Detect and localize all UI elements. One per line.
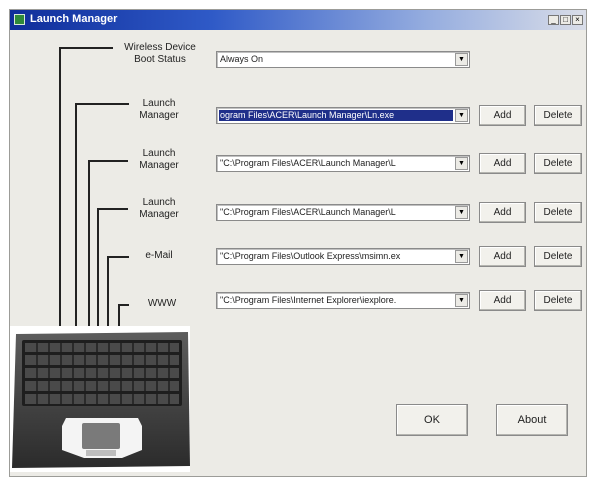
wireless-label: Wireless Device Boot Status [115,42,205,66]
maximize-button[interactable]: □ [560,15,571,25]
row-3-path-value: "C:\Program Files\ACER\Launch Manager\L [220,207,396,217]
row-4-label-line1: e-Mail [145,250,173,261]
connector-row-4-vertical [107,256,109,337]
wireless-status-value: Always On [220,54,264,64]
chevron-down-icon[interactable]: ▼ [455,53,468,66]
row-1-delete-button[interactable]: Delete [534,105,582,126]
row-5-label-line1: WWW [147,298,177,309]
row-3-label-line2: Manager [139,209,179,220]
connector-row-2-vertical [88,160,90,337]
connector-row-1-vertical [75,103,77,337]
wireless-label-line2: Boot Status [134,54,186,65]
row-5-path-value: "C:\Program Files\Internet Explorer\iexp… [220,295,397,305]
connector-row-1 [75,103,129,105]
connector-row-3-vertical [97,208,99,337]
chevron-down-icon[interactable]: ▼ [455,250,468,263]
row-2-path-value: "C:\Program Files\ACER\Launch Manager\L [220,158,396,168]
row-5-label: WWW [136,298,188,310]
row-2-label: Launch Manager [128,148,190,172]
row-1-label-line2: Manager [139,110,179,121]
connector-wireless-vertical [59,47,61,337]
wireless-status-dropdown[interactable]: Always On ▼ [216,51,470,68]
row-1-add-button[interactable]: Add [479,105,526,126]
row-4-delete-button[interactable]: Delete [534,246,582,267]
row-4-add-button[interactable]: Add [479,246,526,267]
row-4-path-value: "C:\Program Files\Outlook Express\msimn.… [220,251,401,261]
app-icon [14,14,25,25]
row-4-path-dropdown[interactable]: "C:\Program Files\Outlook Express\msimn.… [216,248,470,265]
row-3-path-dropdown[interactable]: "C:\Program Files\ACER\Launch Manager\L … [216,204,470,221]
ok-button[interactable]: OK [396,404,468,436]
row-1-label: Launch Manager [128,98,190,122]
chevron-down-icon[interactable]: ▼ [455,206,468,219]
title-bar[interactable]: Launch Manager _ □ × [10,10,586,30]
row-2-path-dropdown[interactable]: "C:\Program Files\ACER\Launch Manager\L … [216,155,470,172]
row-2-delete-button[interactable]: Delete [534,153,582,174]
row-5-add-button[interactable]: Add [479,290,526,311]
row-1-label-line1: Launch [142,98,176,109]
connector-row-2 [88,160,128,162]
connector-row-4 [107,256,129,258]
minimize-button[interactable]: _ [548,15,559,25]
row-2-label-line1: Launch [142,148,176,159]
laptop-keyboard-icon [10,326,190,472]
connector-wireless [59,47,113,49]
launch-manager-window: Launch Manager _ □ × Wireless Device Boo… [9,9,587,477]
row-4-label: e-Mail [128,250,190,262]
chevron-down-icon[interactable]: ▼ [455,109,468,122]
connector-row-3 [97,208,128,210]
close-button[interactable]: × [572,15,583,25]
row-3-label-line1: Launch [142,197,176,208]
chevron-down-icon[interactable]: ▼ [455,157,468,170]
row-1-path-value: ogram Files\ACER\Launch Manager\Ln.exe [219,110,453,121]
row-1-path-dropdown[interactable]: ogram Files\ACER\Launch Manager\Ln.exe ▼ [216,107,470,124]
window-title: Launch Manager [30,13,118,25]
chevron-down-icon[interactable]: ▼ [455,294,468,307]
row-5-delete-button[interactable]: Delete [534,290,582,311]
row-5-path-dropdown[interactable]: "C:\Program Files\Internet Explorer\iexp… [216,292,470,309]
row-3-add-button[interactable]: Add [479,202,526,223]
row-2-label-line2: Manager [139,160,179,171]
about-button[interactable]: About [496,404,568,436]
row-3-label: Launch Manager [128,197,190,221]
wireless-label-line1: Wireless Device [124,42,196,53]
row-3-delete-button[interactable]: Delete [534,202,582,223]
row-2-add-button[interactable]: Add [479,153,526,174]
